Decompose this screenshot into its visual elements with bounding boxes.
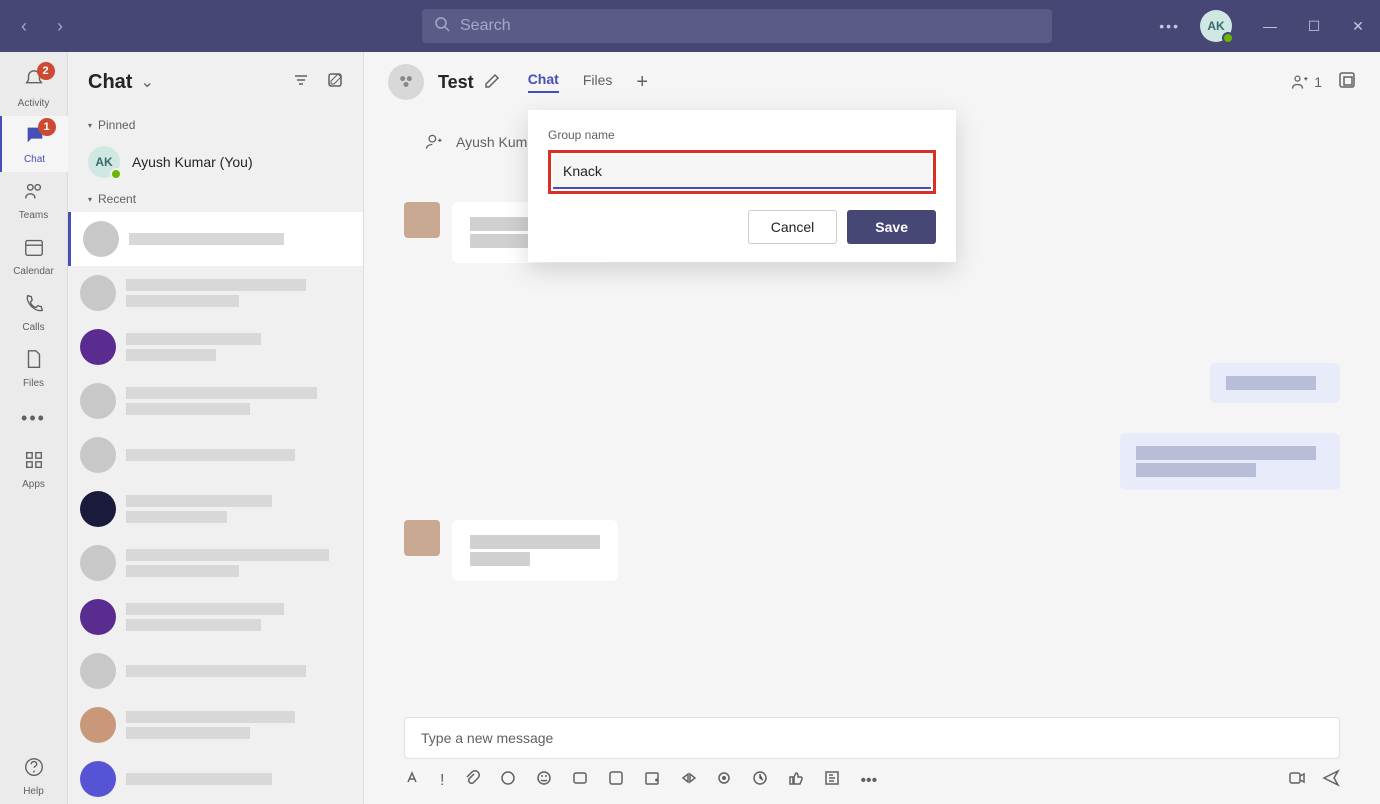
chat-list-panel: Chat ⌄ ▾ Pinned AK Ayush Kumar (You) bbox=[68, 52, 364, 804]
cancel-button[interactable]: Cancel bbox=[748, 210, 838, 244]
presence-available-icon bbox=[1222, 32, 1234, 44]
triangle-down-icon: ▾ bbox=[88, 121, 92, 130]
rail-help[interactable]: Help bbox=[0, 748, 68, 804]
emoji-button[interactable] bbox=[536, 770, 552, 791]
rail-chat[interactable]: 1 Chat bbox=[0, 116, 68, 172]
chat-icon: 1 bbox=[24, 124, 46, 152]
filter-button[interactable] bbox=[293, 72, 309, 93]
viva-button[interactable] bbox=[752, 770, 768, 791]
avatar: AK bbox=[88, 146, 120, 178]
group-name-input[interactable] bbox=[553, 155, 931, 189]
list-item[interactable] bbox=[68, 320, 363, 374]
format-button[interactable] bbox=[404, 770, 420, 791]
activity-badge: 2 bbox=[37, 62, 55, 80]
file-icon bbox=[23, 348, 45, 376]
group-title: Test bbox=[438, 72, 474, 93]
message-incoming bbox=[404, 520, 1340, 581]
pinned-chat-self[interactable]: AK Ayush Kumar (You) bbox=[68, 138, 363, 186]
list-item[interactable] bbox=[68, 428, 363, 482]
dialog-label: Group name bbox=[548, 128, 936, 142]
recent-section[interactable]: ▾ Recent bbox=[68, 186, 363, 212]
settings-more-button[interactable]: ••• bbox=[1159, 18, 1180, 34]
attach-button[interactable] bbox=[464, 770, 480, 791]
rail-activity[interactable]: 2 Activity bbox=[0, 60, 68, 116]
send-button[interactable] bbox=[1322, 769, 1340, 792]
message-outgoing bbox=[404, 363, 1340, 403]
list-item[interactable] bbox=[68, 590, 363, 644]
sticker-button[interactable] bbox=[608, 770, 624, 791]
list-item[interactable] bbox=[68, 698, 363, 752]
rail-teams[interactable]: Teams bbox=[0, 172, 68, 228]
priority-button[interactable]: ! bbox=[440, 772, 444, 790]
approvals-button[interactable] bbox=[716, 770, 732, 791]
edit-name-button[interactable] bbox=[484, 73, 500, 92]
search-placeholder: Search bbox=[460, 17, 511, 35]
app-rail: 2 Activity 1 Chat Teams Calendar bbox=[0, 52, 68, 804]
rail-calls[interactable]: Calls bbox=[0, 284, 68, 340]
tab-chat[interactable]: Chat bbox=[528, 71, 559, 93]
polls-button[interactable] bbox=[824, 770, 840, 791]
apps-icon bbox=[23, 449, 45, 477]
save-button[interactable]: Save bbox=[847, 210, 936, 244]
rail-calendar[interactable]: Calendar bbox=[0, 228, 68, 284]
rail-apps[interactable]: Apps bbox=[0, 441, 68, 497]
more-actions-button[interactable]: ••• bbox=[860, 772, 877, 790]
group-avatar-icon bbox=[388, 64, 424, 100]
list-item[interactable] bbox=[68, 212, 363, 266]
list-item[interactable] bbox=[68, 482, 363, 536]
user-avatar[interactable]: AK bbox=[1200, 10, 1232, 42]
triangle-down-icon: ▾ bbox=[88, 195, 92, 204]
loop-button[interactable] bbox=[500, 770, 516, 791]
pinned-name: Ayush Kumar (You) bbox=[132, 154, 253, 170]
rail-more-button[interactable]: ••• bbox=[21, 408, 46, 429]
gif-button[interactable] bbox=[572, 770, 588, 791]
list-item[interactable] bbox=[68, 752, 363, 804]
presence-available-icon bbox=[110, 168, 122, 180]
rail-files[interactable]: Files bbox=[0, 340, 68, 396]
phone-icon bbox=[23, 292, 45, 320]
bell-icon: 2 bbox=[23, 68, 45, 96]
maximize-button[interactable]: ☐ bbox=[1304, 18, 1324, 35]
search-icon bbox=[434, 16, 450, 37]
nav-forward-button[interactable]: › bbox=[48, 14, 72, 38]
add-tab-button[interactable]: + bbox=[636, 71, 648, 94]
pinned-section[interactable]: ▾ Pinned bbox=[68, 112, 363, 138]
rename-group-dialog: Group name Cancel Save bbox=[528, 110, 956, 262]
search-input[interactable]: Search bbox=[422, 9, 1052, 43]
schedule-button[interactable] bbox=[644, 770, 660, 791]
minimize-button[interactable]: — bbox=[1260, 18, 1280, 35]
list-item[interactable] bbox=[68, 536, 363, 590]
message-outgoing bbox=[404, 433, 1340, 490]
nav-back-button[interactable]: ‹ bbox=[12, 14, 36, 38]
chat-badge: 1 bbox=[38, 118, 56, 136]
praise-button[interactable] bbox=[788, 770, 804, 791]
chatlist-title: Chat bbox=[88, 71, 132, 94]
message-input[interactable]: Type a new message bbox=[404, 717, 1340, 759]
new-chat-button[interactable] bbox=[327, 72, 343, 93]
tab-files[interactable]: Files bbox=[583, 72, 613, 92]
video-clip-button[interactable] bbox=[1288, 769, 1306, 792]
calendar-icon bbox=[23, 236, 45, 264]
help-icon bbox=[23, 756, 45, 784]
title-bar: ‹ › Search ••• AK — ☐ ✕ bbox=[0, 0, 1380, 52]
list-item[interactable] bbox=[68, 644, 363, 698]
close-button[interactable]: ✕ bbox=[1348, 18, 1368, 35]
popout-button[interactable] bbox=[1338, 71, 1356, 94]
add-participants-button[interactable]: 1 bbox=[1290, 72, 1322, 92]
teams-icon bbox=[23, 180, 45, 208]
list-item[interactable] bbox=[68, 266, 363, 320]
chevron-down-icon[interactable]: ⌄ bbox=[140, 72, 153, 92]
stream-button[interactable] bbox=[680, 770, 696, 791]
list-item[interactable] bbox=[68, 374, 363, 428]
